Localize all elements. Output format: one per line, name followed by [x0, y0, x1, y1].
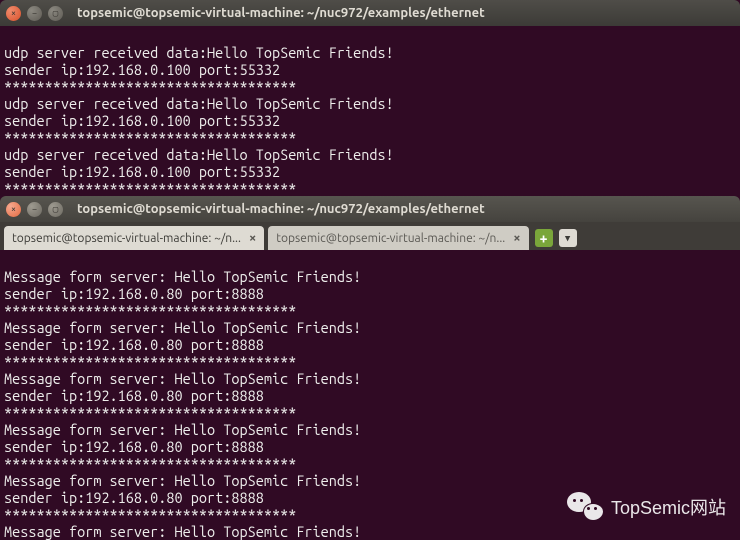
term2-line: Message form server: Hello TopSemic Frie…	[4, 421, 361, 438]
wechat-icon	[567, 492, 603, 522]
term2-line: sender ip:192.168.0.80 port:8888	[4, 336, 264, 353]
tab-menu-dropdown-icon[interactable]: ▼	[559, 229, 577, 247]
term2-line: Message form server: Hello TopSemic Frie…	[4, 523, 361, 540]
close-icon[interactable]: ×	[6, 6, 21, 21]
term2-line: ************************************	[4, 455, 296, 472]
term2-line: sender ip:192.168.0.80 port:8888	[4, 285, 264, 302]
tab-bar: topsemic@topsemic-virtual-machine: ~/n..…	[0, 222, 740, 250]
tab-label: topsemic@topsemic-virtual-machine: ~/n..…	[12, 232, 241, 245]
term1-line: sender ip:192.168.0.100 port:55332	[4, 112, 280, 129]
term1-line: ************************************	[4, 129, 296, 146]
term2-line: sender ip:192.168.0.80 port:8888	[4, 489, 264, 506]
tab-close-icon[interactable]: ×	[513, 231, 520, 245]
term2-line: Message form server: Hello TopSemic Frie…	[4, 268, 361, 285]
term2-line: ************************************	[4, 404, 296, 421]
close-icon[interactable]: ×	[6, 202, 21, 217]
terminal-window-2: × − ▢ topsemic@topsemic-virtual-machine:…	[0, 196, 740, 540]
term1-line: ************************************	[4, 180, 296, 196]
titlebar-1[interactable]: × − ▢ topsemic@topsemic-virtual-machine:…	[0, 0, 740, 26]
term1-line: udp server received data:Hello TopSemic …	[4, 146, 394, 163]
term1-line: sender ip:192.168.0.100 port:55332	[4, 61, 280, 78]
term2-line: sender ip:192.168.0.80 port:8888	[4, 438, 264, 455]
term2-line: Message form server: Hello TopSemic Frie…	[4, 370, 361, 387]
term2-line: sender ip:192.168.0.80 port:8888	[4, 387, 264, 404]
add-tab-button[interactable]: +	[535, 229, 553, 247]
watermark-text: TopSemic网站	[611, 494, 726, 520]
maximize-icon[interactable]: ▢	[48, 6, 63, 21]
term2-line: Message form server: Hello TopSemic Frie…	[4, 472, 361, 489]
terminal-output-1[interactable]: udp server received data:Hello TopSemic …	[0, 26, 740, 196]
term1-line: sender ip:192.168.0.100 port:55332	[4, 163, 280, 180]
tab-label: topsemic@topsemic-virtual-machine: ~/n..…	[276, 232, 505, 245]
maximize-icon[interactable]: ▢	[48, 202, 63, 217]
term2-line: ************************************	[4, 506, 296, 523]
titlebar-2[interactable]: × − ▢ topsemic@topsemic-virtual-machine:…	[0, 196, 740, 222]
term1-line: udp server received data:Hello TopSemic …	[4, 44, 394, 61]
minimize-icon[interactable]: −	[27, 6, 42, 21]
tab-close-icon[interactable]: ×	[249, 231, 256, 245]
term2-line: ************************************	[4, 302, 296, 319]
watermark: TopSemic网站	[567, 492, 726, 522]
minimize-icon[interactable]: −	[27, 202, 42, 217]
window-title-1: topsemic@topsemic-virtual-machine: ~/nuc…	[77, 6, 485, 20]
tab-active[interactable]: topsemic@topsemic-virtual-machine: ~/n..…	[4, 226, 264, 250]
term1-line: ************************************	[4, 78, 296, 95]
term2-line: Message form server: Hello TopSemic Frie…	[4, 319, 361, 336]
window-title-2: topsemic@topsemic-virtual-machine: ~/nuc…	[77, 202, 485, 216]
term1-line: udp server received data:Hello TopSemic …	[4, 95, 394, 112]
term2-line: ************************************	[4, 353, 296, 370]
terminal-window-1: × − ▢ topsemic@topsemic-virtual-machine:…	[0, 0, 740, 196]
tab-inactive[interactable]: topsemic@topsemic-virtual-machine: ~/n..…	[268, 226, 528, 250]
